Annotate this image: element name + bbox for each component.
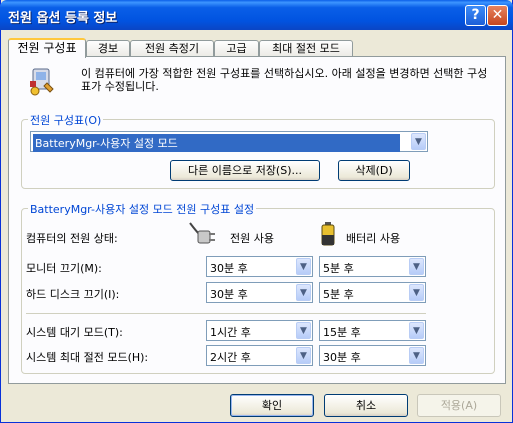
monitor-off-battery-select[interactable]: 5분 후 ▼ (319, 256, 426, 277)
standby-ac-select[interactable]: 1시간 후 ▼ (206, 320, 313, 341)
tab-panel: 이 컴퓨터에 가장 적합한 전원 구성표를 선택하십시오. 아래 설정을 변경하… (8, 56, 506, 384)
close-button[interactable]: ✕ (487, 5, 508, 26)
monitor-off-ac-value: 30분 후 (210, 262, 248, 275)
chevron-down-icon[interactable]: ▼ (296, 258, 311, 275)
hard-disk-off-battery-select[interactable]: 5분 후 ▼ (319, 282, 426, 303)
battery-icon (320, 221, 336, 247)
scheme-settings-group-label: BatteryMgr-사용자 설정 모드 전원 구성표 설정 (28, 201, 257, 217)
window-title: 전원 옵션 등록 정보 (8, 11, 118, 26)
power-options-window: 전원 옵션 등록 정보 ? ✕ 전원 구성표 경보 전원 측정기 고급 최대 절… (0, 0, 513, 423)
tab-hibernate[interactable]: 최대 절전 모드 (259, 40, 353, 56)
chevron-down-icon[interactable]: ▼ (296, 284, 311, 301)
ok-button[interactable]: 확인 (230, 394, 314, 417)
standby-label: 시스템 대기 모드(T): (26, 326, 123, 339)
intro-text: 이 컴퓨터에 가장 적합한 전원 구성표를 선택하십시오. 아래 설정을 변경하… (81, 67, 488, 93)
plug-icon (188, 219, 216, 249)
tab-alarms[interactable]: 경보 (86, 40, 130, 56)
standby-battery-value: 15분 후 (323, 326, 361, 339)
hibernate-ac-value: 2시간 후 (210, 351, 251, 364)
hibernate-battery-select[interactable]: 30분 후 ▼ (319, 345, 426, 366)
standby-battery-select[interactable]: 15분 후 ▼ (319, 320, 426, 341)
chevron-down-icon[interactable]: ▼ (411, 133, 426, 150)
tab-power-schemes[interactable]: 전원 구성표 (8, 38, 86, 58)
hard-disk-off-label: 하드 디스크 끄기(I): (26, 288, 120, 301)
scheme-settings-group: BatteryMgr-사용자 설정 모드 전원 구성표 설정 컴퓨터의 전원 상… (21, 201, 495, 374)
hard-disk-off-battery-value: 5분 후 (323, 288, 354, 301)
hard-disk-off-ac-select[interactable]: 30분 후 ▼ (206, 282, 313, 303)
hibernate-battery-value: 30분 후 (323, 351, 361, 364)
chevron-down-icon[interactable]: ▼ (409, 322, 424, 339)
battery-power-label: 배터리 사용 (346, 232, 401, 245)
title-bar[interactable]: 전원 옵션 등록 정보 ? ✕ (0, 0, 513, 30)
chevron-down-icon[interactable]: ▼ (296, 322, 311, 339)
delete-button[interactable]: 삭제(D) (338, 160, 410, 181)
cancel-button[interactable]: 취소 (324, 394, 408, 417)
power-scheme-select-value: BatteryMgr-사용자 설정 모드 (33, 134, 400, 152)
divider (26, 313, 426, 314)
power-scheme-select[interactable]: BatteryMgr-사용자 설정 모드 ▼ (30, 131, 428, 152)
chevron-down-icon[interactable]: ▼ (296, 347, 311, 364)
chevron-down-icon[interactable]: ▼ (409, 258, 424, 275)
power-scheme-group: 전원 구성표(O) BatteryMgr-사용자 설정 모드 ▼ 다른 이름으로… (21, 112, 495, 189)
tab-power-meter[interactable]: 전원 측정기 (130, 40, 214, 56)
standby-ac-value: 1시간 후 (210, 326, 251, 339)
hibernate-ac-select[interactable]: 2시간 후 ▼ (206, 345, 313, 366)
apply-button[interactable]: 적용(A) (417, 394, 501, 417)
hard-disk-off-ac-value: 30분 후 (210, 288, 248, 301)
tab-advanced[interactable]: 고급 (214, 40, 259, 56)
chevron-down-icon[interactable]: ▼ (409, 347, 424, 364)
chevron-down-icon[interactable]: ▼ (409, 284, 424, 301)
help-button[interactable]: ? (465, 5, 486, 26)
monitor-off-label: 모니터 끄기(M): (26, 262, 102, 275)
monitor-off-battery-value: 5분 후 (323, 262, 354, 275)
power-state-label: 컴퓨터의 전원 상태: (26, 232, 118, 245)
power-scheme-group-label: 전원 구성표(O) (28, 112, 104, 128)
ac-power-label: 전원 사용 (230, 232, 274, 245)
power-scheme-icon (27, 67, 57, 97)
hibernate-label: 시스템 최대 절전 모드(H): (26, 351, 149, 364)
monitor-off-ac-select[interactable]: 30분 후 ▼ (206, 256, 313, 277)
save-as-button[interactable]: 다른 이름으로 저장(S)... (170, 160, 320, 181)
